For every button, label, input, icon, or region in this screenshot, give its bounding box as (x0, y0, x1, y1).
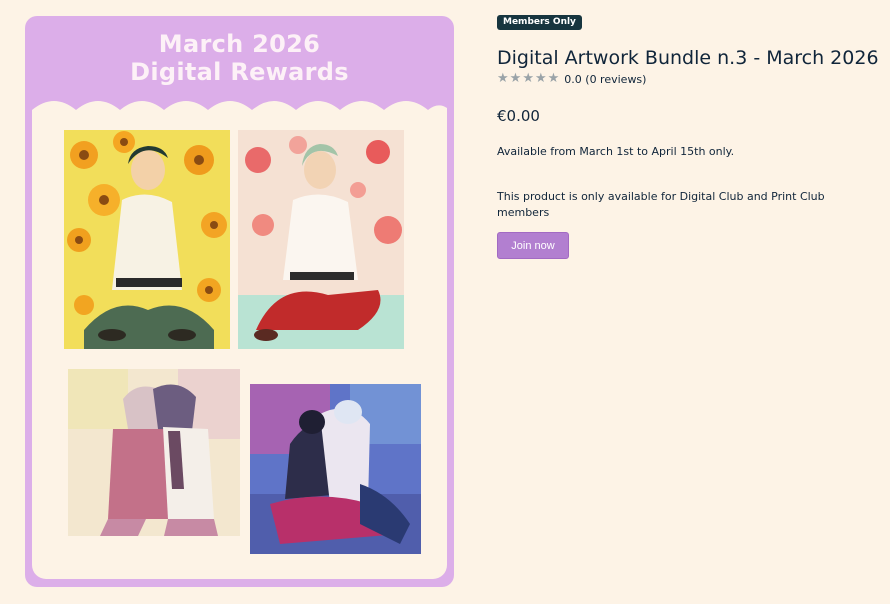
members-only-note: This product is only available for Digit… (497, 190, 825, 219)
join-now-button[interactable]: Join now (497, 232, 569, 259)
artwork-blue-purple-embrace (250, 384, 421, 554)
banner-line-2: Digital Rewards (130, 58, 349, 86)
artwork-sunflower-portrait (64, 130, 230, 349)
banner-line-1: March 2026 (158, 30, 321, 58)
artwork-poppy-portrait (238, 130, 404, 349)
rating-text: 0.0 (0 reviews) (564, 72, 647, 86)
star-icon: ★ (497, 71, 509, 86)
product-title: Digital Artwork Bundle n.3 - March 2026 (497, 47, 879, 69)
star-icon: ★ (547, 71, 560, 86)
members-only-badge: Members Only (497, 15, 582, 30)
star-icon: ★ (522, 71, 534, 86)
product-price: €0.00 (497, 107, 540, 125)
product-image-card[interactable]: March 2026 Digital Rewards (25, 16, 454, 587)
star-icon: ★ (509, 71, 522, 86)
availability-text: Available from March 1st to April 15th o… (497, 145, 735, 158)
star-icon: ★ (534, 71, 547, 86)
card-banner-title: March 2026 Digital Rewards (25, 30, 454, 86)
artwork-pink-sketch (68, 369, 240, 536)
product-rating[interactable]: ★ ★ ★ ★ ★ 0.0 (0 reviews) (497, 71, 646, 87)
